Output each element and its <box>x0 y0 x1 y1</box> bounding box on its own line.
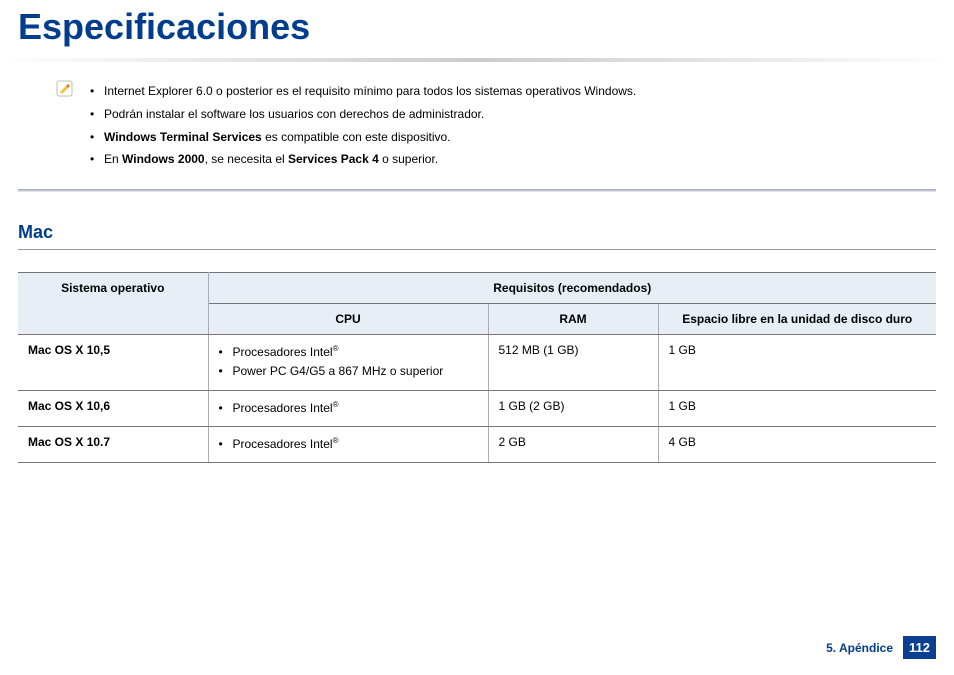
cell-cpu: Procesadores Intel® Power PC G4/G5 a 867… <box>208 335 488 390</box>
table-row: Mac OS X 10,5 Procesadores Intel® Power … <box>18 335 936 390</box>
cell-disk: 1 GB <box>658 390 936 426</box>
cell-ram: 2 GB <box>488 426 658 462</box>
col-header-os: Sistema operativo <box>18 273 208 335</box>
page-footer: 5. Apéndice 112 <box>826 636 936 659</box>
note-list: Internet Explorer 6.0 o posterior es el … <box>90 80 636 171</box>
cell-cpu: Procesadores Intel® <box>208 426 488 462</box>
heading-underline <box>18 249 936 250</box>
spec-table: Sistema operativo Requisitos (recomendad… <box>18 272 936 463</box>
cell-ram: 512 MB (1 GB) <box>488 335 658 390</box>
col-header-ram: RAM <box>488 304 658 335</box>
cell-os: Mac OS X 10,6 <box>18 390 208 426</box>
cell-cpu: Procesadores Intel® <box>208 390 488 426</box>
note-item: Windows Terminal Services es compatible … <box>90 126 636 149</box>
note-block: Internet Explorer 6.0 o posterior es el … <box>0 80 954 189</box>
cell-disk: 1 GB <box>658 335 936 390</box>
section-heading: Mac <box>0 192 954 249</box>
footer-page-number: 112 <box>903 636 936 659</box>
cell-os: Mac OS X 10,5 <box>18 335 208 390</box>
footer-section-label: 5. Apéndice <box>826 641 893 655</box>
page-title: Especificaciones <box>0 0 954 58</box>
col-header-req: Requisitos (recomendados) <box>208 273 936 304</box>
cell-os: Mac OS X 10.7 <box>18 426 208 462</box>
col-header-cpu: CPU <box>208 304 488 335</box>
title-divider <box>0 58 954 62</box>
table-row: Mac OS X 10.7 Procesadores Intel® 2 GB 4… <box>18 426 936 462</box>
note-item: Internet Explorer 6.0 o posterior es el … <box>90 80 636 103</box>
cell-ram: 1 GB (2 GB) <box>488 390 658 426</box>
note-pencil-icon <box>56 80 74 98</box>
note-item: En Windows 2000, se necesita el Services… <box>90 148 636 171</box>
col-header-disk: Espacio libre en la unidad de disco duro <box>658 304 936 335</box>
note-item: Podrán instalar el software los usuarios… <box>90 103 636 126</box>
cell-disk: 4 GB <box>658 426 936 462</box>
table-row: Mac OS X 10,6 Procesadores Intel® 1 GB (… <box>18 390 936 426</box>
